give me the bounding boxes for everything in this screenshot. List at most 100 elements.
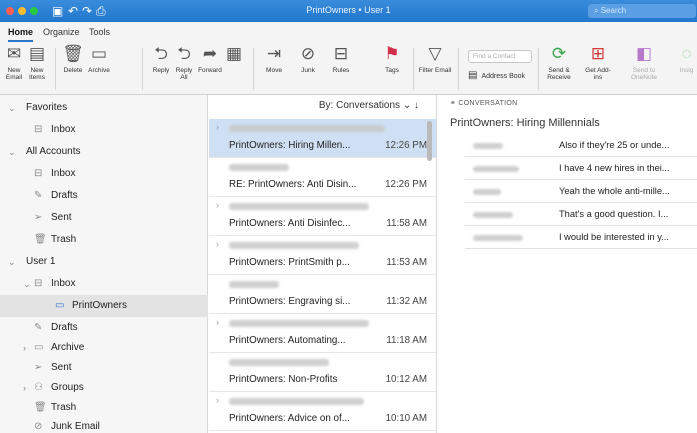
new-email-button[interactable]: ✉ New Email [3, 44, 25, 81]
message-row[interactable]: › PrintOwners: PrintSmith p... 11:53 AM [209, 236, 436, 275]
thread-preview: Yeah the whole anti-mille... [559, 186, 670, 196]
new-items-button[interactable]: ▤ New Items [24, 44, 50, 81]
thread-preview: I have 4 new hires in thei... [559, 163, 670, 173]
folder-all-sent[interactable]: ➢ Sent [0, 207, 208, 229]
title-bar: ▣ ↶ ↷ ⎙ PrintOwners • User 1 ⌕ Search [0, 0, 697, 22]
send-to-onenote-button[interactable]: ◧ Send to OneNote [628, 44, 660, 81]
inbox-icon: ⊟ [34, 278, 43, 289]
reading-pane: ⚭ CONVERSATION PrintOwners: Hiring Mille… [438, 95, 697, 433]
send-receive-button[interactable]: ⟳ Send & Receive [544, 44, 574, 81]
message-row[interactable]: PrintOwners: Engraving si... 11:32 AM [209, 275, 436, 314]
chevron-right-icon[interactable]: › [216, 122, 219, 132]
folder-all-drafts[interactable]: ✎ Drafts [0, 185, 208, 207]
folder-user-junk[interactable]: ⊘ Junk Email [0, 416, 208, 433]
tab-organize[interactable]: Organize [43, 27, 80, 37]
filter-icon: ▽ [428, 44, 442, 63]
folder-user-archive[interactable]: › ▭ Archive [0, 337, 208, 359]
reply-button[interactable]: ⮌ Reply [150, 44, 172, 74]
chevron-right-icon[interactable]: › [216, 317, 219, 327]
message-row[interactable]: PrintOwners: Non-Profits 10:12 AM [209, 353, 436, 392]
tags-button[interactable]: ⚑ Tags [380, 44, 404, 74]
insights-button[interactable]: ◌ Insig [676, 44, 697, 74]
conversation-title: PrintOwners: Hiring Millennials [450, 117, 600, 129]
thread-item[interactable]: Also if they're 25 or unde... [465, 135, 697, 157]
favorites-group[interactable]: ⌄ Favorites [0, 97, 208, 119]
folder-user-sent[interactable]: ➢ Sent [0, 357, 208, 379]
groups-icon: ⚇ [34, 382, 43, 393]
folder-user-groups[interactable]: › ⚇ Groups [0, 377, 208, 399]
chevron-down-icon: ⌄ [8, 147, 16, 157]
delete-button[interactable]: 🗑 Delete [60, 44, 86, 74]
sender-blurred [229, 164, 289, 171]
rules-button[interactable]: ⊟ Rules [328, 44, 354, 74]
sender-blurred [473, 189, 501, 195]
chevron-right-icon[interactable]: › [216, 239, 219, 249]
ribbon-tabs: Home Organize Tools [0, 22, 697, 42]
sync-icon: ⟳ [551, 44, 567, 63]
message-time: 12:26 PM [385, 179, 427, 190]
move-button[interactable]: ⇥ Move [260, 44, 288, 74]
folder-all-trash[interactable]: 🗑 Trash [0, 229, 208, 251]
sender-blurred [473, 235, 523, 241]
move-icon: ⇥ [266, 44, 282, 63]
message-row[interactable]: › PrintOwners: Advice on of... 10:10 AM [209, 392, 436, 431]
archive-icon: ▭ [34, 342, 44, 353]
folder-printowners[interactable]: ▭ PrintOwners [0, 295, 208, 317]
reply-all-button[interactable]: ⮌ Reply All [174, 44, 194, 81]
drafts-icon: ✎ [34, 322, 43, 333]
sender-blurred [229, 281, 279, 288]
find-contact-input[interactable]: Find a Contact [468, 50, 532, 63]
message-row[interactable]: RE: PrintOwners: Anti Disin... 12:26 PM [209, 158, 436, 197]
message-row[interactable]: › PrintOwners: Automating... 11:18 AM [209, 314, 436, 353]
chevron-right-icon: › [23, 343, 26, 353]
thread-preview: I would be interested in y... [559, 232, 669, 242]
chevron-down-icon: ⌄ [402, 100, 414, 111]
junk-button[interactable]: ⊘ Junk [295, 44, 321, 74]
chevron-down-icon: ⌄ [8, 103, 16, 113]
archive-button[interactable]: ▭ Archive [86, 44, 112, 74]
folder-user-inbox[interactable]: ⌄ ⊟ Inbox [0, 273, 208, 295]
chevron-right-icon[interactable]: › [216, 200, 219, 210]
sender-blurred [229, 242, 359, 249]
sent-icon: ➢ [34, 212, 43, 223]
thread-item[interactable]: I would be interested in y... [465, 227, 697, 249]
thread-item[interactable]: That's a good question. I... [465, 204, 697, 226]
search-placeholder: Search [600, 6, 627, 15]
message-time: 11:32 AM [386, 296, 427, 307]
sort-dropdown[interactable]: By: Conversations ⌄ ↓ [209, 95, 436, 119]
chevron-right-icon[interactable]: › [216, 395, 219, 405]
forward-button[interactable]: ➦ Forward [196, 44, 224, 74]
folder-pane: ⌄ Favorites ⊟ Inbox ⌄ All Accounts ⊟ Inb… [0, 95, 208, 433]
get-addins-button[interactable]: ⊞ Get Add-ins [584, 44, 612, 81]
filter-email-button[interactable]: ▽ Filter Email [418, 44, 452, 74]
thread-preview: Also if they're 25 or unde... [559, 140, 670, 150]
tab-tools[interactable]: Tools [89, 27, 110, 37]
sender-blurred [229, 125, 385, 132]
inbox-icon: ⊟ [34, 124, 43, 135]
junk-icon: ⊘ [34, 421, 43, 432]
message-list-scrollbar[interactable] [427, 121, 432, 161]
message-row[interactable]: › PrintOwners: Anti Disinfec... 11:58 AM [209, 197, 436, 236]
trash-icon: 🗑 [34, 234, 47, 245]
trash-icon: 🗑 [62, 44, 84, 63]
search-icon: ⌕ [594, 6, 601, 15]
message-row[interactable]: › PrintOwners: Hiring Millen... 12:26 PM [209, 119, 436, 158]
folder-user-drafts[interactable]: ✎ Drafts [0, 317, 208, 339]
sender-blurred [229, 398, 364, 405]
meeting-button[interactable]: ▦ [226, 44, 242, 67]
sender-blurred [473, 143, 503, 149]
junk-icon: ⊘ [300, 44, 316, 63]
sort-direction-icon[interactable]: ↓ [414, 100, 419, 111]
thread-item[interactable]: Yeah the whole anti-mille... [465, 181, 697, 203]
all-accounts-group[interactable]: ⌄ All Accounts [0, 141, 208, 163]
folder-favorites-inbox[interactable]: ⊟ Inbox [0, 119, 208, 141]
search-input[interactable]: ⌕ Search [588, 4, 696, 18]
thread-item[interactable]: I have 4 new hires in thei... [465, 158, 697, 180]
address-book-button[interactable]: ▤ Address Book [468, 70, 525, 83]
chevron-down-icon: ⌄ [8, 257, 16, 267]
message-time: 10:10 AM [385, 413, 427, 424]
conversation-label: ⚭ CONVERSATION [450, 100, 518, 107]
tab-home[interactable]: Home [8, 27, 34, 42]
account-user1[interactable]: ⌄ User 1 [0, 251, 208, 273]
folder-all-inbox[interactable]: ⊟ Inbox [0, 163, 208, 185]
